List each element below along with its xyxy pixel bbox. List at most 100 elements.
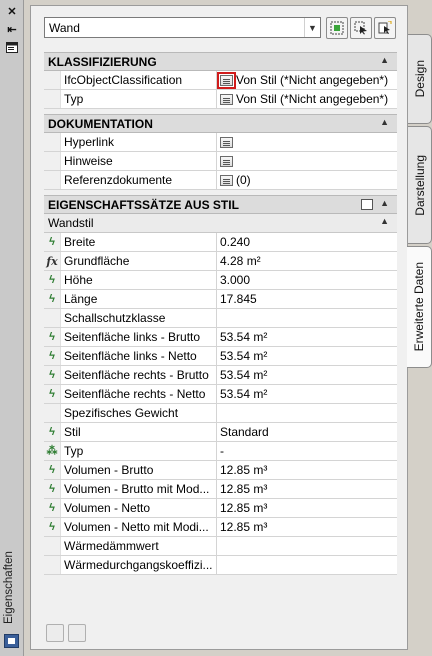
category-eigenschaftssaetze[interactable]: EIGENSCHAFTSSÄTZE AUS STIL ▲ <box>44 195 397 214</box>
property-name: Schallschutzklasse <box>61 309 217 327</box>
object-type-select[interactable]: Wand ▼ <box>44 17 321 38</box>
property-grid: KLASSIFIZIERUNG ▲ IfcObjectClassificatio… <box>44 52 397 575</box>
property-row[interactable]: ϟ Seitenfläche rechts - Netto 53.54 m² <box>44 385 397 404</box>
property-value[interactable]: 0.240 <box>217 233 397 251</box>
classification-dialog-icon[interactable] <box>220 93 233 105</box>
category-dokumentation[interactable]: DOKUMENTATION ▲ <box>44 114 397 133</box>
property-value[interactable]: Von Stil (*Nicht angegeben*) <box>217 90 397 108</box>
property-value[interactable]: 4.28 m² <box>217 252 397 270</box>
property-name: Hinweise <box>61 152 217 170</box>
property-row[interactable]: ϟ Seitenfläche rechts - Brutto 53.54 m² <box>44 366 397 385</box>
property-value[interactable]: Standard <box>217 423 397 441</box>
pickadd-icon <box>378 21 392 34</box>
property-row[interactable]: Schallschutzklasse <box>44 309 397 328</box>
property-value[interactable] <box>217 152 397 170</box>
category-klassifizierung[interactable]: KLASSIFIZIERUNG ▲ <box>44 52 397 71</box>
property-name: Hyperlink <box>61 133 217 151</box>
property-name: Höhe <box>61 271 217 289</box>
property-name: Seitenfläche rechts - Brutto <box>61 366 217 384</box>
property-value[interactable]: 12.85 m³ <box>217 461 397 479</box>
chevron-down-icon: ▼ <box>304 18 320 37</box>
property-name: Typ <box>61 442 217 460</box>
auto-property-icon: ϟ <box>49 273 55 286</box>
property-value[interactable]: 12.85 m³ <box>217 518 397 536</box>
property-value[interactable] <box>217 556 397 574</box>
property-row[interactable]: Wärmedämmwert <box>44 537 397 556</box>
property-value[interactable]: 3.000 <box>217 271 397 289</box>
auto-property-icon: ϟ <box>49 292 55 305</box>
property-value[interactable]: 53.54 m² <box>217 347 397 365</box>
properties-palette-icon <box>4 634 19 648</box>
property-row[interactable]: Spezifisches Gewicht <box>44 404 397 423</box>
property-value[interactable] <box>217 309 397 327</box>
object-type-value: Wand <box>49 20 80 35</box>
property-row[interactable]: ϟ Stil Standard <box>44 423 397 442</box>
property-row[interactable]: ϟ Seitenfläche links - Netto 53.54 m² <box>44 347 397 366</box>
auto-property-icon: ϟ <box>49 349 55 362</box>
property-row[interactable]: Typ Von Stil (*Nicht angegeben*) <box>44 90 397 109</box>
formula-icon: fx <box>46 254 58 268</box>
collapse-icon[interactable]: ▲ <box>380 117 389 127</box>
property-row[interactable]: ϟ Volumen - Brutto mit Mod... 12.85 m³ <box>44 480 397 499</box>
auto-property-icon: ϟ <box>49 482 55 495</box>
property-name: Stil <box>61 423 217 441</box>
property-row[interactable]: Hinweise <box>44 152 397 171</box>
collapse-icon[interactable]: ▲ <box>380 216 389 226</box>
select-objects-button[interactable] <box>350 17 372 39</box>
collapse-icon[interactable]: ▲ <box>380 198 389 208</box>
property-value[interactable]: 12.85 m³ <box>217 499 397 517</box>
property-row[interactable]: Wärmedurchgangskoeffizi... <box>44 556 397 575</box>
property-name: Seitenfläche links - Brutto <box>61 328 217 346</box>
property-name: Spezifisches Gewicht <box>61 404 217 422</box>
property-name: Referenzdokumente <box>61 171 217 189</box>
add-property-set-icon[interactable] <box>46 624 64 642</box>
palette-menu-icon[interactable] <box>4 40 20 54</box>
property-value[interactable]: Von Stil (*Nicht angegeben*) <box>217 71 397 89</box>
property-row[interactable]: ϟ Höhe 3.000 <box>44 271 397 290</box>
property-row[interactable]: ϟ Volumen - Netto mit Modi... 12.85 m³ <box>44 518 397 537</box>
notes-dialog-icon[interactable] <box>220 155 233 167</box>
tab-erweiterte-daten[interactable]: Erweiterte Daten <box>407 246 432 368</box>
reference-docs-dialog-icon[interactable] <box>220 174 233 186</box>
property-value[interactable]: (0) <box>217 171 397 189</box>
tab-design[interactable]: Design <box>408 34 432 124</box>
property-row[interactable]: ϟ Länge 17.845 <box>44 290 397 309</box>
palette-titlebar: ✕ ⇤ Eigenschaften <box>0 0 24 656</box>
auto-property-icon: ϟ <box>49 235 55 248</box>
subcategory-wandstil[interactable]: Wandstil ▲ <box>44 214 397 233</box>
property-value[interactable]: 17.845 <box>217 290 397 308</box>
property-value[interactable]: 53.54 m² <box>217 366 397 384</box>
property-value[interactable]: - <box>217 442 397 460</box>
close-icon[interactable]: ✕ <box>4 4 20 18</box>
property-value[interactable]: 12.85 m³ <box>217 480 397 498</box>
edit-property-sets-icon[interactable] <box>361 199 373 210</box>
hyperlink-dialog-icon[interactable] <box>220 136 233 148</box>
property-row[interactable]: IfcObjectClassification Von Stil (*Nicht… <box>44 71 397 90</box>
property-value[interactable] <box>217 133 397 151</box>
remove-property-set-icon[interactable] <box>68 624 86 642</box>
property-row[interactable]: ϟ Breite 0.240 <box>44 233 397 252</box>
property-row[interactable]: ϟ Volumen - Brutto 12.85 m³ <box>44 461 397 480</box>
quick-select-button[interactable] <box>326 17 348 39</box>
property-row[interactable]: Referenzdokumente (0) <box>44 171 397 190</box>
property-name: Grundfläche <box>61 252 217 270</box>
property-value[interactable] <box>217 404 397 422</box>
classification-dialog-icon[interactable] <box>217 71 236 89</box>
property-row[interactable]: Hyperlink <box>44 133 397 152</box>
property-name: Länge <box>61 290 217 308</box>
property-name: Wärmedurchgangskoeffizi... <box>61 556 217 574</box>
property-name: Volumen - Netto mit Modi... <box>61 518 217 536</box>
property-name: Volumen - Brutto <box>61 461 217 479</box>
property-value[interactable]: 53.54 m² <box>217 385 397 403</box>
auto-hide-icon[interactable]: ⇤ <box>4 22 20 36</box>
property-row[interactable]: ⁂ Typ - <box>44 442 397 461</box>
property-value[interactable]: 53.54 m² <box>217 328 397 346</box>
pickadd-button[interactable] <box>374 17 396 39</box>
property-row[interactable]: fx Grundfläche 4.28 m² <box>44 252 397 271</box>
tab-darstellung[interactable]: Darstellung <box>408 126 432 244</box>
property-row[interactable]: ϟ Volumen - Netto 12.85 m³ <box>44 499 397 518</box>
select-objects-icon <box>354 21 367 35</box>
property-row[interactable]: ϟ Seitenfläche links - Brutto 53.54 m² <box>44 328 397 347</box>
collapse-icon[interactable]: ▲ <box>380 55 389 65</box>
property-value[interactable] <box>217 537 397 555</box>
